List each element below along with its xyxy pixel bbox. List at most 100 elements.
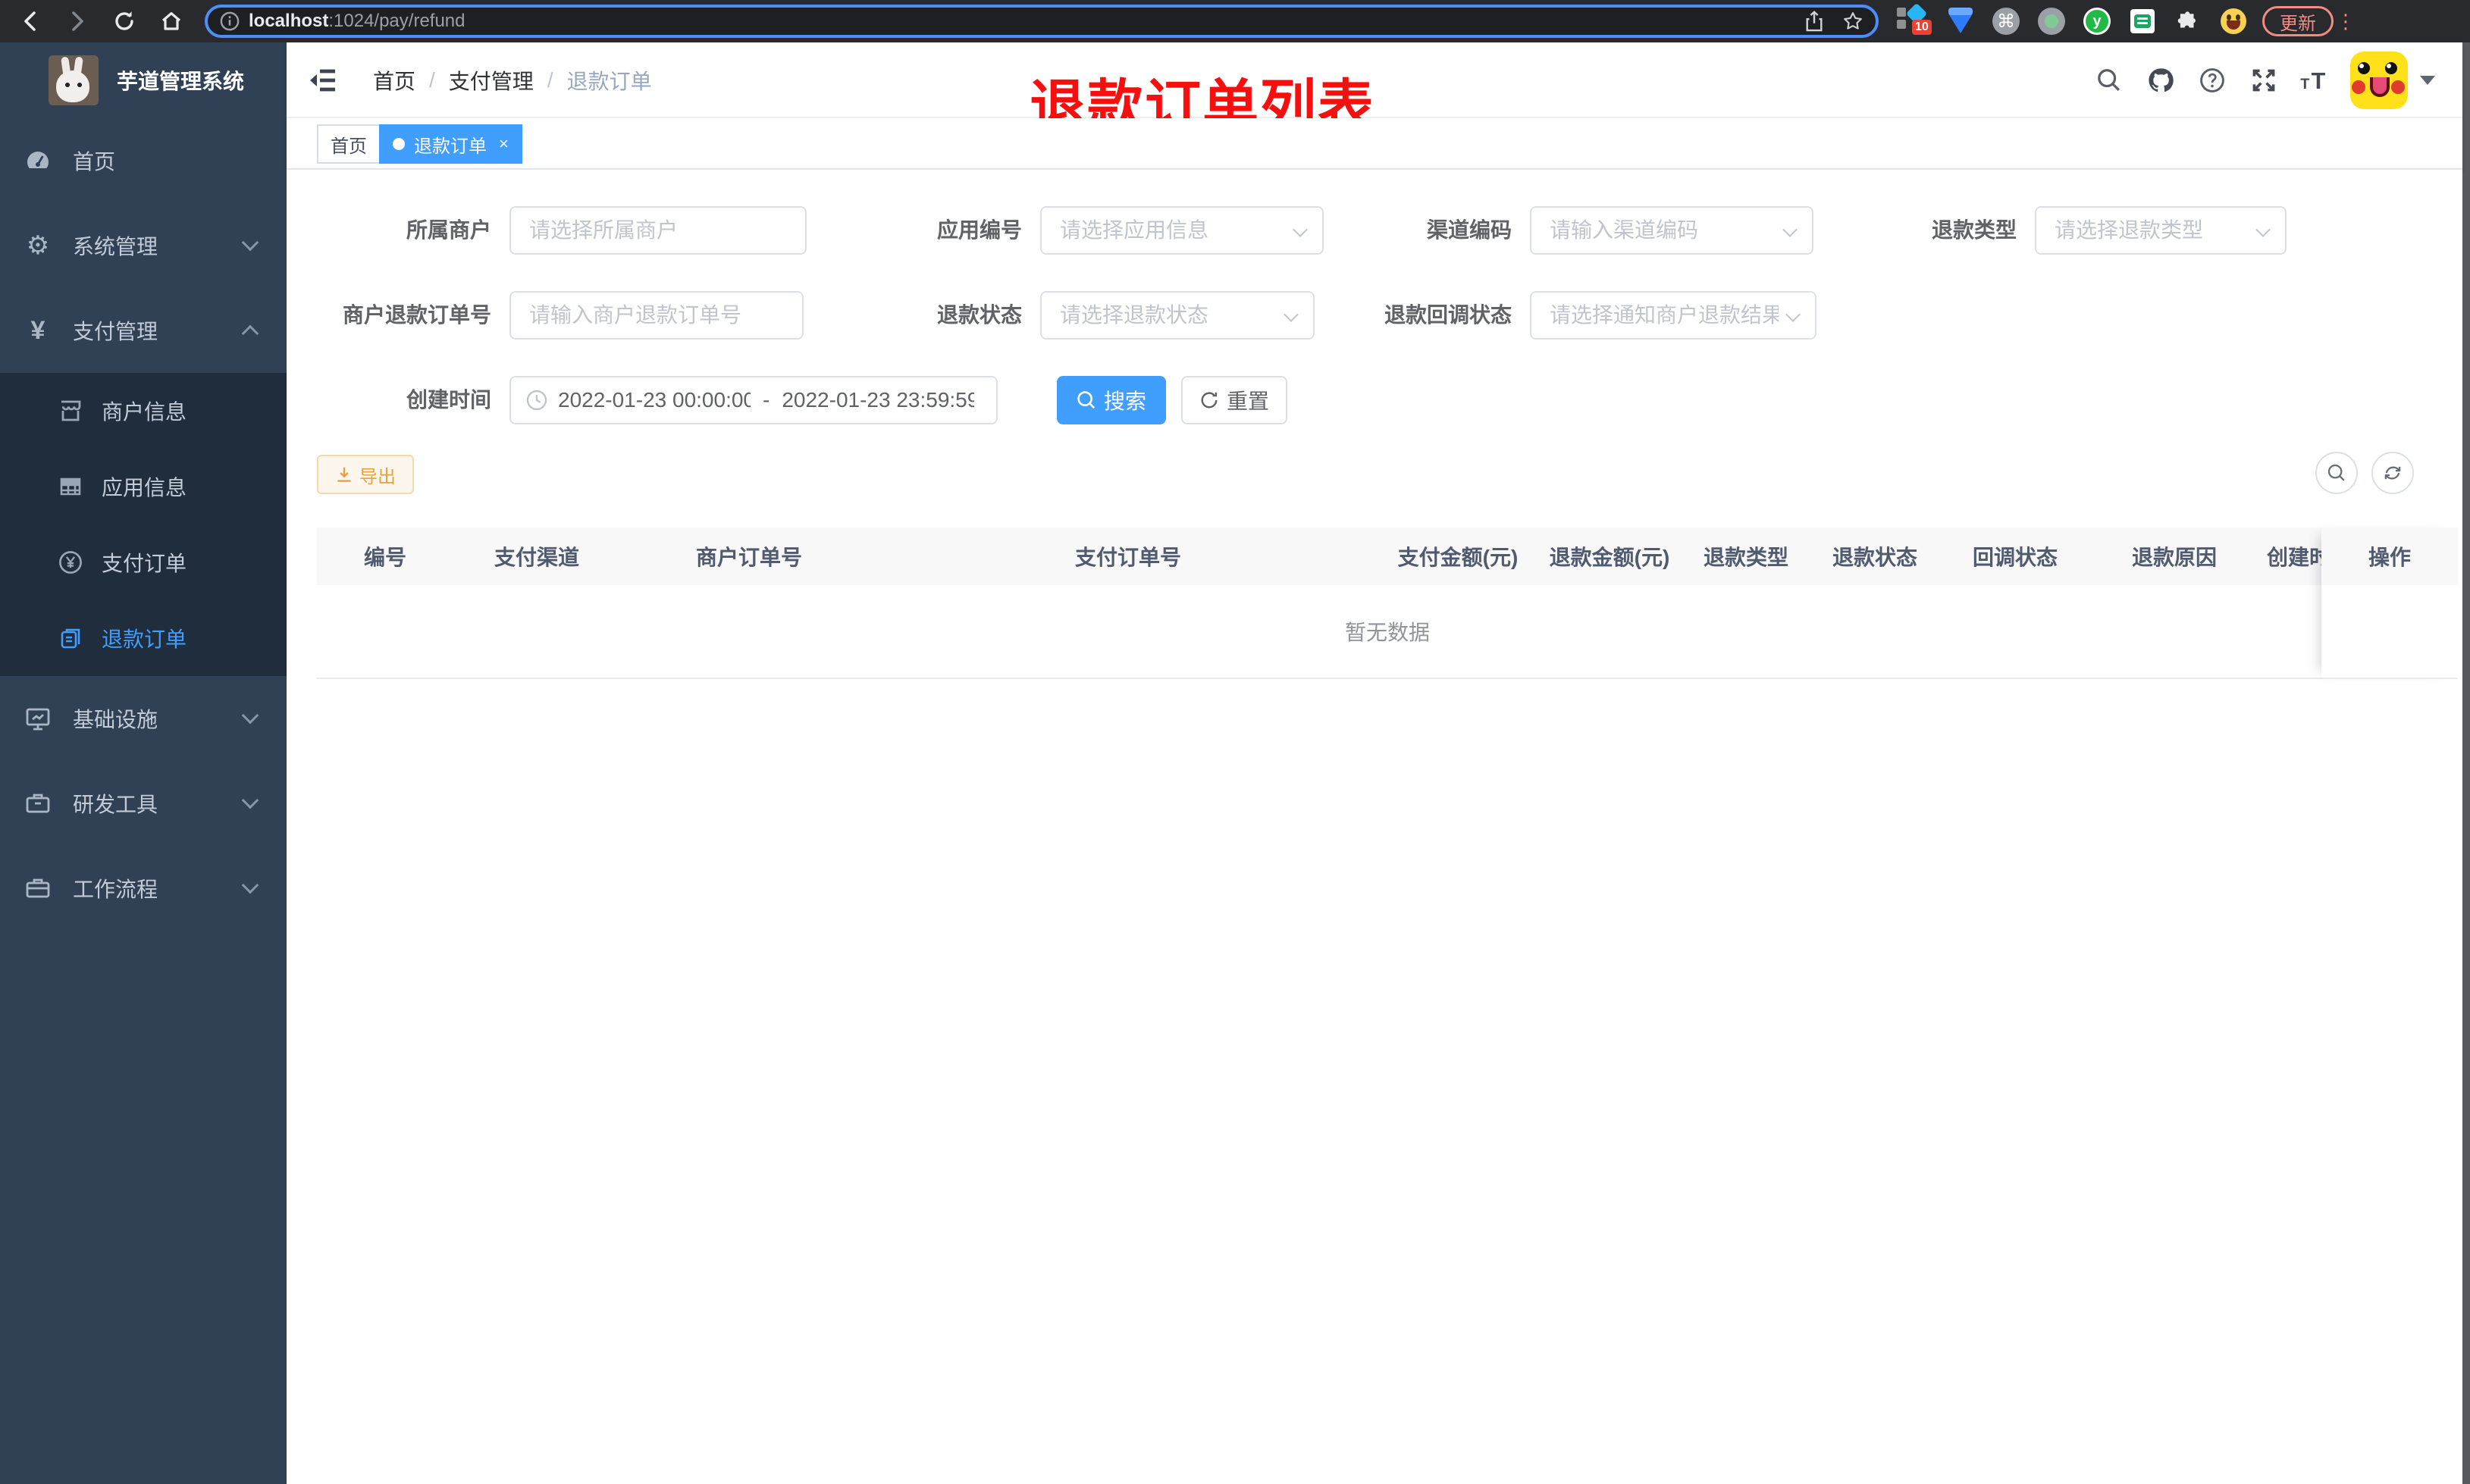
user-avatar[interactable] bbox=[2350, 52, 2408, 109]
refund-doc-icon bbox=[58, 625, 83, 651]
chevron-down-icon bbox=[241, 233, 259, 252]
extension-chat-icon[interactable] bbox=[2120, 0, 2165, 42]
browser-home-button[interactable] bbox=[150, 0, 193, 42]
logo-rabbit-avatar bbox=[49, 55, 99, 105]
share-icon[interactable] bbox=[1804, 11, 1824, 32]
fixed-action-column: 操作 bbox=[2321, 528, 2458, 679]
refund-status-select[interactable] bbox=[1040, 291, 1315, 340]
browser-toolbar: localhost:1024/pay/refund 10 ⌘ y 更新 ⋮ bbox=[0, 0, 2470, 42]
sidebar-item-infra[interactable]: 基础设施 bbox=[0, 676, 287, 761]
navbar-actions: TT bbox=[2083, 42, 2435, 118]
export-button[interactable]: 导出 bbox=[317, 455, 414, 494]
col-header-action: 操作 bbox=[2321, 528, 2458, 585]
refund-table: 编号 支付渠道 商户订单号 支付订单号 支付金额(元) 退款金额(元) 退款类型… bbox=[317, 528, 2458, 679]
callback-status-select[interactable] bbox=[1530, 291, 1816, 340]
browser-back-button[interactable] bbox=[9, 0, 52, 42]
sidebar-item-system[interactable]: ⚙ 系统管理 bbox=[0, 203, 287, 288]
sidebar-item-label: 研发工具 bbox=[73, 793, 158, 816]
sidebar-item-workflow[interactable]: 工作流程 bbox=[0, 846, 287, 931]
github-icon[interactable] bbox=[2135, 42, 2186, 118]
refresh-table-button[interactable] bbox=[2371, 452, 2414, 494]
yen-circle-icon bbox=[58, 549, 83, 575]
breadcrumb-current: 退款订单 bbox=[566, 70, 652, 93]
app-select[interactable] bbox=[1040, 206, 1324, 255]
breadcrumb: 首页 / 支付管理 / 退款订单 bbox=[373, 42, 652, 118]
show-search-toggle-button[interactable] bbox=[2315, 452, 2358, 494]
browser-reload-button[interactable] bbox=[103, 0, 146, 42]
col-header-refund-amount: 退款金额(元) bbox=[1549, 546, 1670, 569]
app-logo[interactable]: 芋道管理系统 bbox=[0, 42, 287, 118]
browser-extensions-area: 10 ⌘ y 更新 ⋮ bbox=[1892, 0, 2358, 42]
extension-emoji-icon[interactable] bbox=[2211, 0, 2256, 42]
extension-gem-icon[interactable] bbox=[1938, 0, 1983, 42]
chevron-down-icon bbox=[241, 706, 259, 725]
channel-select[interactable] bbox=[1530, 206, 1813, 255]
sidebar-collapse-icon[interactable] bbox=[308, 65, 338, 95]
sidebar-item-label: 商户信息 bbox=[102, 400, 187, 424]
pay-submenu: 商户信息 应用信息 支付订单 退款订单 bbox=[0, 373, 287, 676]
browser-menu-icon[interactable]: ⋮ bbox=[2334, 10, 2358, 33]
help-icon[interactable] bbox=[2186, 42, 2238, 118]
extension-record-icon[interactable] bbox=[2029, 0, 2074, 42]
site-info-icon[interactable] bbox=[220, 11, 240, 31]
main-content: 所属商户 应用编号 渠道编码 退款类型 商户退款订单号 退款状态 退款 bbox=[287, 170, 2462, 1484]
sidebar-item-home[interactable]: 首页 bbox=[0, 118, 287, 203]
monitor-icon bbox=[24, 705, 52, 732]
breadcrumb-separator: / bbox=[429, 68, 435, 92]
refund-type-select[interactable] bbox=[2035, 206, 2287, 255]
create-time-range-picker[interactable]: 2022-01-23 00:00:00 - 2022-01-23 23:59:5… bbox=[509, 376, 998, 424]
browser-forward-button[interactable] bbox=[56, 0, 99, 42]
grid-icon bbox=[58, 474, 83, 499]
search-icon[interactable] bbox=[2083, 42, 2135, 118]
url-path: :1024/pay/refund bbox=[328, 11, 465, 31]
briefcase-icon bbox=[24, 875, 52, 902]
extension-command-icon[interactable]: ⌘ bbox=[1983, 0, 2029, 42]
chevron-up-icon bbox=[241, 324, 259, 343]
col-header-id: 编号 bbox=[363, 546, 406, 569]
merchant-refund-no-input[interactable] bbox=[509, 291, 804, 340]
extension-y-icon[interactable]: y bbox=[2074, 0, 2120, 42]
fullscreen-icon[interactable] bbox=[2238, 42, 2290, 118]
tab-close-icon[interactable]: × bbox=[499, 134, 509, 154]
filter-label-refund-type: 退款类型 bbox=[1931, 218, 2017, 242]
browser-address-bar[interactable]: localhost:1024/pay/refund bbox=[205, 5, 1879, 38]
svg-text:T: T bbox=[2300, 76, 2309, 92]
sidebar-item-devtools[interactable]: 研发工具 bbox=[0, 761, 287, 846]
extension-vue-devtools-icon[interactable]: 10 bbox=[1892, 0, 1938, 42]
tags-view-bar: 首页 退款订单 × bbox=[287, 118, 2462, 170]
sidebar-item-pay-order[interactable]: 支付订单 bbox=[0, 524, 287, 600]
sidebar-item-label: 首页 bbox=[73, 150, 116, 174]
app-title: 芋道管理系统 bbox=[117, 70, 245, 93]
range-start-value: 2022-01-23 00:00:00 bbox=[558, 388, 751, 412]
col-header-pay-amount: 支付金额(元) bbox=[1397, 546, 1519, 569]
breadcrumb-pay[interactable]: 支付管理 bbox=[449, 65, 534, 95]
sidebar-item-pay[interactable]: ¥ 支付管理 bbox=[0, 288, 287, 373]
browser-update-button[interactable]: 更新 bbox=[2262, 6, 2334, 36]
bookmark-star-icon[interactable] bbox=[1842, 11, 1863, 32]
reset-button[interactable]: 重置 bbox=[1181, 376, 1287, 424]
tab-refund-order[interactable]: 退款订单 × bbox=[379, 124, 522, 164]
extensions-puzzle-icon[interactable] bbox=[2165, 0, 2211, 42]
page-scrollbar[interactable] bbox=[2462, 42, 2470, 1484]
filter-label-app: 应用编号 bbox=[936, 218, 1022, 242]
sidebar-item-label: 退款订单 bbox=[102, 628, 187, 651]
tab-home[interactable]: 首页 bbox=[317, 124, 381, 164]
col-header-channel: 支付渠道 bbox=[494, 546, 579, 569]
url-host: localhost bbox=[249, 11, 329, 31]
avatar-caret-icon[interactable] bbox=[2420, 76, 2435, 85]
extension-badge: 10 bbox=[1912, 20, 1932, 35]
range-separator: - bbox=[763, 388, 770, 412]
sidebar-item-label: 应用信息 bbox=[102, 476, 187, 499]
sidebar-item-label: 支付订单 bbox=[102, 552, 187, 575]
breadcrumb-home[interactable]: 首页 bbox=[373, 65, 415, 95]
sidebar-item-merchant-info[interactable]: 商户信息 bbox=[0, 373, 287, 449]
font-size-icon[interactable]: TT bbox=[2290, 42, 2341, 118]
search-button[interactable]: 搜索 bbox=[1057, 376, 1166, 424]
filter-label-refund-status: 退款状态 bbox=[936, 303, 1022, 327]
col-header-refund-status: 退款状态 bbox=[1832, 546, 1917, 569]
store-icon bbox=[58, 398, 83, 424]
sidebar-item-refund-order[interactable]: 退款订单 bbox=[0, 600, 287, 676]
merchant-select[interactable] bbox=[509, 206, 807, 255]
col-header-refund-type: 退款类型 bbox=[1703, 546, 1788, 569]
sidebar-item-app-info[interactable]: 应用信息 bbox=[0, 449, 287, 524]
